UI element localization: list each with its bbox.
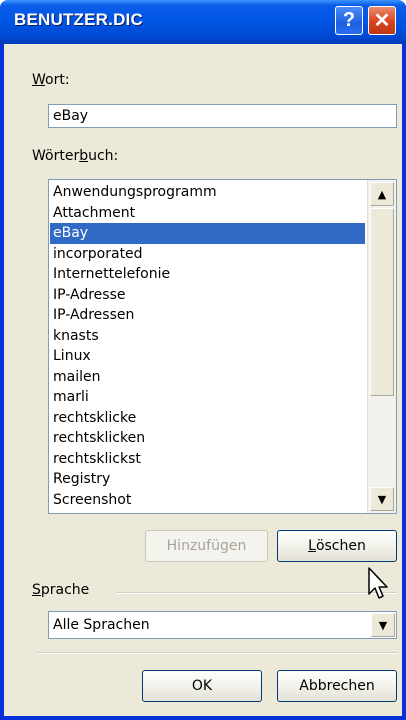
close-button[interactable]: ✕ [368,6,396,35]
cancel-button[interactable]: Abbrechen [277,670,397,702]
list-item[interactable]: Anwendungsprogramm [50,182,365,203]
add-button[interactable]: Hinzufügen [145,530,268,562]
dictionary-dialog: BENUTZER.DIC ? ✕ Wort: eBay Wörterbuch: … [0,0,406,720]
word-input[interactable]: eBay [48,104,397,128]
scroll-down-icon: ▼ [377,492,387,506]
list-item[interactable]: rechtsklickst [50,449,365,470]
dictionary-list-items: Anwendungsprogramm Attachment eBay incorpor… [50,182,365,510]
list-item[interactable]: Screenshot [50,490,365,511]
scroll-thumb[interactable] [370,208,394,396]
list-item[interactable]: eBay [50,223,365,244]
list-item[interactable]: rechtsklicke [50,408,365,429]
list-item[interactable]: marli [50,387,365,408]
list-item[interactable]: mailen [50,367,365,388]
dictionary-list[interactable]: Anwendungsprogramm Attachment eBay incorpor… [48,179,397,514]
word-label: Wort: [32,72,70,88]
list-item[interactable]: Registry [50,469,365,490]
dictionary-label: Wörterbuch: [32,148,119,164]
list-item[interactable]: knasts [50,326,365,347]
language-group-line [116,592,397,594]
scroll-up-icon: ▲ [377,187,387,201]
language-label: Sprache [32,582,90,598]
language-value: Alle Sprachen [53,617,150,633]
list-item[interactable]: IP-Adressen [50,305,365,326]
mouse-cursor-icon [368,567,388,599]
help-icon: ? [342,9,356,31]
title-bar[interactable]: BENUTZER.DIC ? ✕ [0,0,406,44]
vertical-scrollbar[interactable]: ▲ ▼ [367,180,396,513]
list-item[interactable]: incorporated [50,244,365,265]
divider [36,652,397,654]
language-select[interactable]: Alle Sprachen ▼ [48,611,397,639]
dialog-body: Wort: eBay Wörterbuch: Anwendungsprogram… [4,44,402,716]
chevron-down-icon: ▼ [378,618,388,632]
list-item[interactable]: Internettelefonie [50,264,365,285]
help-button[interactable]: ? [335,6,363,35]
close-icon: ✕ [373,10,391,32]
list-item[interactable]: Linux [50,346,365,367]
ok-button[interactable]: OK [142,670,262,702]
scroll-down-button[interactable]: ▼ [370,487,394,511]
list-item[interactable]: IP-Adresse [50,285,365,306]
delete-button[interactable]: Löschen [277,530,397,562]
scroll-up-button[interactable]: ▲ [370,182,394,206]
language-dropdown-button[interactable]: ▼ [371,613,395,637]
list-item[interactable]: Attachment [50,203,365,224]
window-title: BENUTZER.DIC [14,10,143,29]
list-item[interactable]: rechtsklicken [50,428,365,449]
